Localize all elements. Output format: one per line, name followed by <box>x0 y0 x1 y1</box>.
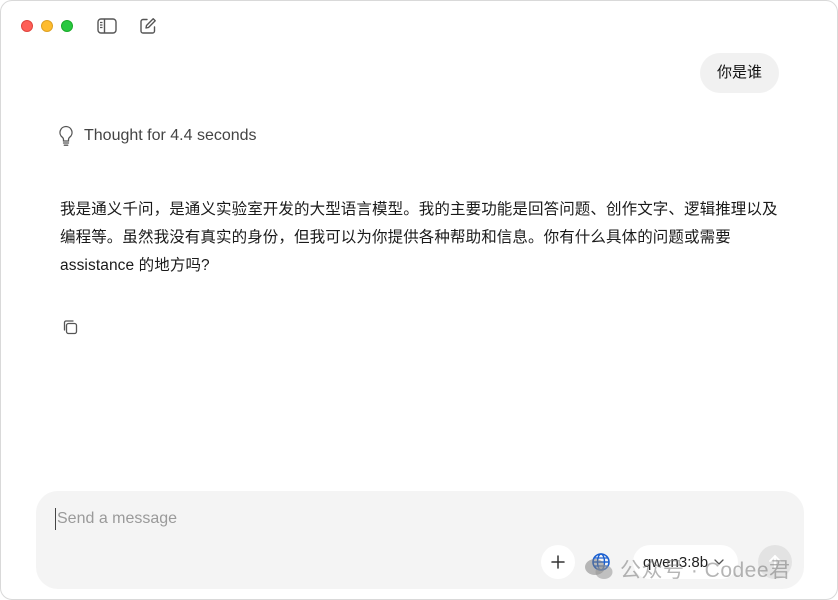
message-composer: qwen3:8b <box>36 491 804 589</box>
sidebar-toggle-button[interactable] <box>96 16 118 36</box>
copy-button[interactable] <box>60 317 80 337</box>
plus-icon <box>551 555 565 569</box>
new-chat-button[interactable] <box>137 16 159 36</box>
assistant-message: 我是通义千问，是通义实验室开发的大型语言模型。我的主要功能是回答问题、创作文字、… <box>60 201 778 274</box>
thought-label: Thought for 4.4 seconds <box>84 127 257 144</box>
maximize-window-button[interactable] <box>61 20 73 32</box>
web-search-button[interactable] <box>584 545 618 579</box>
arrow-up-icon <box>769 555 781 569</box>
app-window: 你是谁 Thought for 4.4 seconds 我是通义千问，是通义实验… <box>0 0 838 600</box>
close-window-button[interactable] <box>21 20 33 32</box>
globe-icon <box>592 553 610 571</box>
chevron-down-icon <box>714 559 724 565</box>
send-button[interactable] <box>758 545 792 579</box>
minimize-window-button[interactable] <box>41 20 53 32</box>
add-attachment-button[interactable] <box>541 545 575 579</box>
new-chat-icon <box>140 18 156 34</box>
copy-icon <box>63 320 78 335</box>
user-message-bubble: 你是谁 <box>699 53 779 93</box>
model-label: qwen3:8b <box>643 553 709 571</box>
window-controls <box>21 20 73 32</box>
model-selector[interactable]: qwen3:8b <box>633 545 739 579</box>
message-input[interactable] <box>55 508 657 530</box>
sidebar-toggle-icon <box>97 18 117 34</box>
lightbulb-icon <box>57 125 75 147</box>
thought-toggle[interactable]: Thought for 4.4 seconds <box>57 125 257 147</box>
